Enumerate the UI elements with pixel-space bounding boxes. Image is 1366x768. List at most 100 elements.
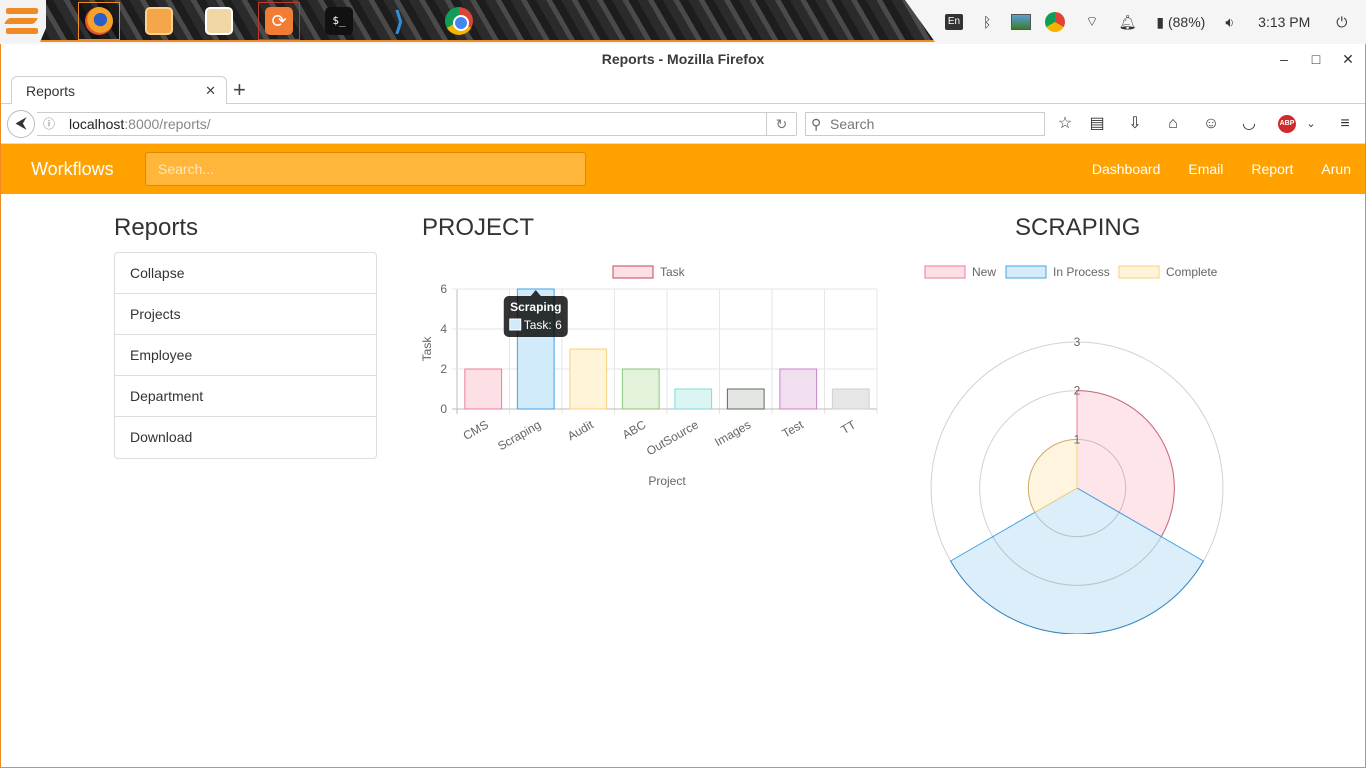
downloads-icon[interactable]: ⇩ bbox=[1123, 112, 1147, 136]
bookmark-star-icon[interactable]: ☆ bbox=[1053, 112, 1077, 136]
tab-title: Reports bbox=[26, 83, 76, 99]
window-titlebar: Reports - Mozilla Firefox – □ ✕ bbox=[1, 44, 1365, 74]
chrome-icon bbox=[445, 7, 473, 35]
battery-icon: ▮ bbox=[1156, 13, 1165, 30]
bar-outsource bbox=[674, 388, 713, 410]
list-item-projects[interactable]: Projects bbox=[115, 294, 376, 335]
r-tick-label: 3 bbox=[1074, 335, 1081, 349]
y-axis-title: Task bbox=[420, 336, 434, 362]
x-tick-label: OutSource bbox=[644, 417, 701, 458]
taskbar-firefox[interactable] bbox=[78, 2, 120, 40]
taskbar-software-updater[interactable]: ⟳ bbox=[258, 2, 300, 40]
adblock-plus-icon[interactable]: ABP bbox=[1278, 115, 1296, 133]
x-axis-title: Project bbox=[648, 474, 686, 488]
chart-tooltip: Scraping Task: 6 bbox=[503, 290, 568, 337]
taskbar-chrome[interactable] bbox=[438, 2, 480, 40]
legend-swatch-new bbox=[924, 265, 966, 279]
screen-icon[interactable] bbox=[1011, 14, 1032, 30]
adblock-dropdown-icon[interactable]: ⌄ bbox=[1299, 112, 1323, 136]
tab-reports[interactable]: Reports ✕ bbox=[11, 76, 227, 105]
nav-link-user[interactable]: Arun bbox=[1321, 144, 1351, 194]
r-tick-label: 2 bbox=[1074, 384, 1081, 398]
zorin-menu-button[interactable] bbox=[0, 0, 46, 42]
scraping-polar-chart: New In Process Complete 1 2 3 bbox=[924, 265, 1224, 634]
main-content: Reports Collapse Projects Employee Depar… bbox=[1, 194, 1365, 767]
minimize-icon[interactable]: – bbox=[1269, 44, 1299, 74]
power-icon[interactable]: ⏻ bbox=[1336, 14, 1347, 31]
reading-list-icon[interactable]: ▤ bbox=[1085, 112, 1109, 136]
nav-link-dashboard[interactable]: Dashboard bbox=[1092, 144, 1161, 194]
nav-link-email[interactable]: Email bbox=[1188, 144, 1223, 194]
notification-bell-icon[interactable]: 🔔︎ bbox=[1119, 14, 1137, 31]
zorin-logo-icon bbox=[3, 8, 39, 34]
pocket-icon[interactable]: ◡ bbox=[1237, 112, 1261, 136]
home-icon[interactable]: ⌂ bbox=[1161, 112, 1185, 136]
battery-indicator[interactable]: ▮ (88%) bbox=[1156, 14, 1205, 31]
system-tray: En ᛒ ⌔ 🔔︎ ▮ (88%) 🔉︎ 3:13 PM ⏻ bbox=[935, 0, 1357, 44]
project-panel-title: PROJECT bbox=[422, 214, 535, 241]
app-brand[interactable]: Workflows bbox=[31, 144, 114, 194]
app-nav-links: Dashboard Email Report Arun bbox=[1064, 144, 1351, 194]
bluetooth-icon[interactable]: ᛒ bbox=[983, 14, 991, 30]
software-updater-icon: ⟳ bbox=[265, 7, 293, 35]
legend-label-new: New bbox=[972, 265, 996, 279]
x-tick-label: Scraping bbox=[495, 417, 543, 453]
reload-icon[interactable]: ↻ bbox=[766, 113, 796, 135]
app-navbar: Workflows Dashboard Email Report Arun bbox=[1, 144, 1365, 194]
close-tab-icon[interactable]: ✕ bbox=[205, 77, 216, 105]
list-item-department[interactable]: Department bbox=[115, 376, 376, 417]
legend-swatch-task bbox=[612, 265, 654, 279]
taskbar-files[interactable] bbox=[138, 2, 180, 40]
new-tab-button[interactable]: + bbox=[233, 76, 246, 104]
files-icon bbox=[145, 7, 173, 35]
x-tick-label: Test bbox=[780, 417, 807, 440]
mail-icon bbox=[205, 7, 233, 35]
list-item-employee[interactable]: Employee bbox=[115, 335, 376, 376]
nav-link-report[interactable]: Report bbox=[1251, 144, 1293, 194]
list-item-collapse[interactable]: Collapse bbox=[115, 253, 376, 294]
vscode-icon: ⟩ bbox=[393, 6, 405, 36]
app-search-input[interactable] bbox=[145, 152, 586, 186]
terminal-icon: $_ bbox=[325, 7, 353, 35]
site-info-icon[interactable]: ⓘ bbox=[43, 113, 55, 135]
x-tick-label: Images bbox=[712, 417, 753, 449]
taskbar-vscode[interactable]: ⟩ bbox=[378, 2, 420, 40]
x-tick-label: TT bbox=[839, 417, 859, 437]
bar-test bbox=[779, 368, 818, 410]
chart-legend: New In Process Complete bbox=[924, 265, 1218, 279]
y-tick-label: 6 bbox=[440, 282, 447, 296]
tab-bar: Reports ✕ + bbox=[1, 74, 1365, 105]
tooltip-label: Task: 6 bbox=[524, 318, 562, 332]
volume-icon[interactable]: 🔉︎ bbox=[1225, 14, 1234, 31]
browser-search-placeholder: Search bbox=[830, 116, 875, 132]
firefox-icon bbox=[85, 7, 113, 35]
hamburger-menu-icon[interactable]: ≡ bbox=[1333, 112, 1357, 136]
close-window-icon[interactable]: ✕ bbox=[1333, 44, 1363, 74]
chat-icon[interactable]: ☺ bbox=[1199, 112, 1223, 136]
wifi-icon[interactable]: ⌔ bbox=[1085, 13, 1098, 31]
y-tick-label: 4 bbox=[440, 322, 447, 336]
maximize-icon[interactable]: □ bbox=[1301, 44, 1331, 74]
reports-list: Collapse Projects Employee Department Do… bbox=[114, 252, 377, 459]
back-button[interactable]: ⮜ bbox=[7, 110, 35, 138]
y-tick-label: 0 bbox=[440, 402, 447, 416]
bar-cms bbox=[464, 368, 503, 410]
bar-images bbox=[726, 388, 765, 410]
chrome-tray-icon[interactable] bbox=[1045, 12, 1066, 32]
tooltip-title: Scraping bbox=[510, 300, 561, 314]
keyboard-layout-indicator[interactable]: En bbox=[945, 14, 963, 30]
bar-audit bbox=[569, 348, 608, 410]
bar-abc bbox=[621, 368, 660, 410]
browser-search-input[interactable]: ⚲ Search bbox=[805, 112, 1045, 136]
navigation-toolbar: ⮜ ⓘ localhost:8000/reports/ ↻ ⚲ Search ☆… bbox=[1, 104, 1365, 144]
search-icon: ⚲ bbox=[811, 116, 822, 132]
y-tick-label: 2 bbox=[440, 362, 447, 376]
tooltip-swatch bbox=[509, 318, 522, 331]
taskbar-terminal[interactable]: $_ bbox=[318, 2, 360, 40]
list-item-download[interactable]: Download bbox=[115, 417, 376, 458]
taskbar-mail[interactable] bbox=[198, 2, 240, 40]
bar-tt bbox=[831, 388, 870, 410]
url-bar[interactable]: ⓘ localhost:8000/reports/ ↻ bbox=[37, 112, 797, 136]
clock[interactable]: 3:13 PM bbox=[1258, 14, 1310, 30]
scraping-panel-title: SCRAPING bbox=[1015, 214, 1141, 241]
